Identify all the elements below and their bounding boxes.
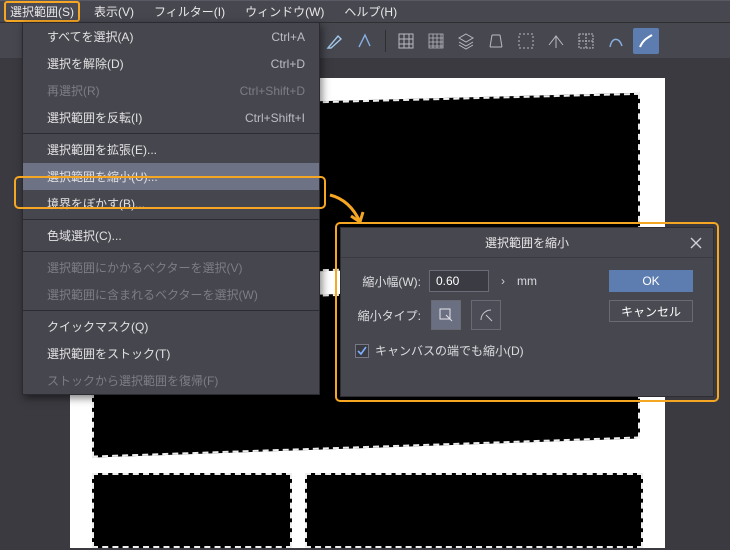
menubar: 選択範囲(S) 表示(V) フィルター(I) ウィンドウ(W) ヘルプ(H): [0, 0, 730, 22]
width-label: 縮小幅(W):: [355, 273, 421, 290]
dialog-body: 縮小幅(W): › mm OK 縮小タイプ: キャンセル キャンバスの端でも縮小…: [341, 258, 713, 367]
cancel-button[interactable]: キャンセル: [609, 300, 693, 322]
menu-window[interactable]: ウィンドウ(W): [239, 1, 330, 22]
shrink-type-round[interactable]: [471, 300, 501, 330]
menu-restore-stock: ストックから選択範囲を復帰(F): [23, 367, 319, 394]
menu-label: 選択範囲を反転(I): [47, 109, 142, 126]
menu-filter[interactable]: フィルター(I): [148, 1, 231, 22]
menu-label: 境界をぼかす(B)...: [47, 195, 145, 212]
menu-separator: [23, 251, 319, 252]
layers-icon[interactable]: [453, 28, 479, 54]
menu-shortcut: Ctrl+A: [271, 30, 305, 44]
canvas-edge-row[interactable]: キャンバスの端でも縮小(D): [355, 338, 699, 359]
menu-label: 色域選択(C)...: [47, 227, 122, 244]
menu-label: 選択範囲にかかるベクターを選択(V): [47, 259, 243, 276]
menu-reselect: 再選択(R) Ctrl+Shift+D: [23, 77, 319, 104]
rect-dashed-icon[interactable]: [513, 28, 539, 54]
menu-label: クイックマスク(Q): [47, 318, 148, 335]
grid-icon[interactable]: [423, 28, 449, 54]
comic-panel: [305, 473, 643, 548]
menu-label: 選択範囲を拡張(E)...: [47, 141, 157, 158]
toolbar-divider: [385, 30, 386, 52]
tool-icon-generic[interactable]: [322, 28, 348, 54]
menu-label: 選択範囲に含まれるベクターを選択(W): [47, 286, 258, 303]
menu-invert[interactable]: 選択範囲を反転(I) Ctrl+Shift+I: [23, 104, 319, 131]
menu-select-all[interactable]: すべてを選択(A) Ctrl+A: [23, 23, 319, 50]
menu-label: ストックから選択範囲を復帰(F): [47, 372, 218, 389]
menu-expand[interactable]: 選択範囲を拡張(E)...: [23, 136, 319, 163]
menu-color-range[interactable]: 色域選択(C)...: [23, 222, 319, 249]
menu-separator: [23, 133, 319, 134]
unit-label: mm: [517, 274, 537, 288]
width-row: 縮小幅(W): › mm: [355, 270, 599, 292]
round-corner-icon: [478, 307, 494, 323]
menu-separator: [23, 310, 319, 311]
type-row: 縮小タイプ:: [355, 300, 599, 330]
menu-vector-in: 選択範囲に含まれるベクターを選択(W): [23, 281, 319, 308]
comic-panel: [92, 473, 292, 548]
menu-label: 選択範囲をストック(T): [47, 345, 170, 362]
dialog-title-text: 選択範囲を縮小: [485, 234, 569, 251]
ok-button[interactable]: OK: [609, 270, 693, 292]
perspective-icon[interactable]: [483, 28, 509, 54]
tool-icon-generic[interactable]: [352, 28, 378, 54]
menu-label: 再選択(R): [47, 82, 100, 99]
shrink-type-square[interactable]: [431, 300, 461, 330]
canvas-edge-label: キャンバスの端でも縮小(D): [375, 342, 524, 359]
stepper-arrow-icon[interactable]: ›: [497, 274, 509, 288]
menu-feather[interactable]: 境界をぼかす(B)...: [23, 190, 319, 217]
menu-help[interactable]: ヘルプ(H): [338, 1, 403, 22]
close-button[interactable]: [687, 234, 705, 252]
shrink-dialog: 選択範囲を縮小 縮小幅(W): › mm OK 縮小タイプ: キャンセル: [340, 227, 714, 397]
checkbox-checked-icon[interactable]: [355, 344, 369, 358]
menu-separator: [23, 219, 319, 220]
brush-icon[interactable]: [633, 28, 659, 54]
menu-shortcut: Ctrl+D: [271, 57, 305, 71]
menu-shrink[interactable]: 選択範囲を縮小(U)...: [23, 163, 319, 190]
menu-selection[interactable]: 選択範囲(S): [4, 1, 80, 22]
menu-shortcut: Ctrl+Shift+I: [245, 111, 305, 125]
menu-vector-over: 選択範囲にかかるベクターを選択(V): [23, 254, 319, 281]
menu-deselect[interactable]: 選択を解除(D) Ctrl+D: [23, 50, 319, 77]
grid-icon[interactable]: [393, 28, 419, 54]
close-icon: [690, 237, 702, 249]
dialog-titlebar: 選択範囲を縮小: [341, 228, 713, 258]
menu-stock[interactable]: 選択範囲をストック(T): [23, 340, 319, 367]
menu-quickmask[interactable]: クイックマスク(Q): [23, 313, 319, 340]
width-input[interactable]: [429, 270, 489, 292]
menu-label: すべてを選択(A): [47, 28, 133, 45]
menu-shortcut: Ctrl+Shift+D: [240, 84, 305, 98]
selection-menu-dropdown: すべてを選択(A) Ctrl+A 選択を解除(D) Ctrl+D 再選択(R) …: [22, 22, 320, 395]
ruler-3d-icon[interactable]: [543, 28, 569, 54]
type-label: 縮小タイプ:: [355, 307, 421, 324]
menu-label: 選択を解除(D): [47, 55, 124, 72]
square-corner-icon: [438, 307, 454, 323]
menu-view[interactable]: 表示(V): [88, 1, 140, 22]
tool-icon-generic[interactable]: [603, 28, 629, 54]
guide-icon[interactable]: [573, 28, 599, 54]
menu-label: 選択範囲を縮小(U)...: [47, 168, 158, 185]
